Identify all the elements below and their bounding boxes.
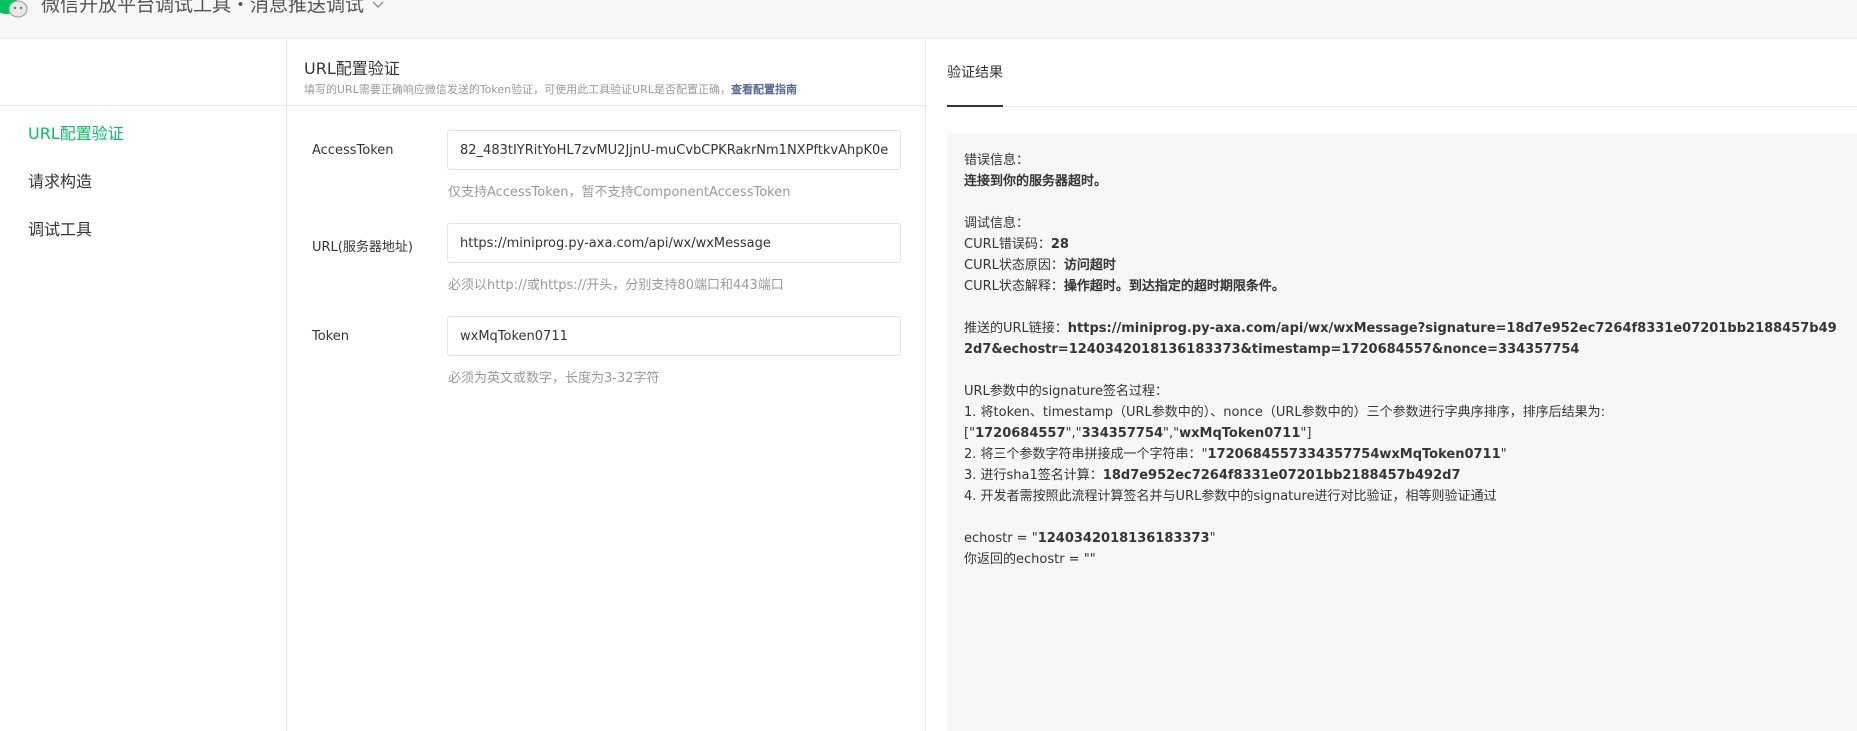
tab-verification-result[interactable]: 验证结果	[947, 62, 1003, 82]
divider	[947, 106, 1857, 107]
error-heading: 错误信息：	[964, 153, 1030, 168]
server-url-hint: 必须以http://或https://开头，分别支持80端口和443端口	[448, 278, 784, 293]
error-message: 连接到你的服务器超时。	[964, 174, 1108, 189]
bracket-text: ["	[964, 426, 976, 441]
sidebar-item-debug-tools[interactable]: 调试工具	[28, 216, 92, 240]
result-content: 错误信息： 连接到你的服务器超时。 调试信息： CURL错误码：28 CURL状…	[964, 150, 1844, 570]
concatenated-string: 1720684557334357754wxMqToken0711	[1207, 447, 1501, 462]
push-url-value: https://miniprog.py-axa.com/api/wx/wxMes…	[964, 321, 1837, 357]
curl-code-label: CURL错误码：	[964, 237, 1051, 252]
separator-text: ","	[1065, 426, 1082, 441]
curl-reason-value: 访问超时	[1063, 258, 1116, 273]
quote-text: "	[1209, 531, 1216, 546]
quote-text: "	[1500, 447, 1507, 462]
access-token-input[interactable]	[447, 130, 901, 170]
signature-step-2-label: 2. 将三个参数字符串拼接成一个字符串："	[964, 447, 1208, 462]
access-token-hint: 仅支持AccessToken，暂不支持ComponentAccessToken	[448, 185, 791, 200]
sorted-value-3: wxMqToken0711	[1179, 426, 1301, 441]
curl-explain-value: 操作超时。到达指定的超时期限条件。	[1063, 279, 1285, 294]
debug-heading: 调试信息：	[964, 216, 1030, 231]
signature-heading: URL参数中的signature签名过程：	[964, 384, 1169, 399]
page-title: URL配置验证	[304, 59, 400, 78]
bracket-text: "]	[1300, 426, 1312, 441]
divider	[288, 105, 926, 106]
result-area: 验证结果 错误信息： 连接到你的服务器超时。 调试信息： CURL错误码：28 …	[927, 40, 1857, 731]
curl-code-value: 28	[1050, 237, 1069, 252]
sha1-signature: 18d7e952ec7264f8331e07201bb2188457b492d7	[1102, 468, 1461, 483]
sorted-value-1: 1720684557	[975, 426, 1066, 441]
signature-step-4: 4. 开发者需按照此流程计算签名并与URL参数中的signature进行对比验证…	[964, 489, 1497, 504]
echostr-value: 1240342018136183373	[1037, 531, 1210, 546]
active-tab-indicator	[947, 105, 1003, 107]
top-bar: 微信开放平台调试工具・消息推送调试	[0, 0, 1857, 39]
token-input[interactable]	[447, 316, 901, 356]
app-title[interactable]: 微信开放平台调试工具・消息推送调试	[41, 0, 364, 17]
sidebar: URL配置验证 请求构造 调试工具	[0, 40, 287, 731]
description-text: 填写的URL需要正确响应微信发送的Token验证，可使用此工具验证URL是否配置…	[304, 83, 731, 96]
token-label: Token	[312, 329, 349, 344]
access-token-label: AccessToken	[312, 143, 394, 158]
curl-reason-label: CURL状态原因：	[964, 258, 1064, 273]
separator-text: ","	[1163, 426, 1180, 441]
curl-explain-label: CURL状态解释：	[964, 279, 1064, 294]
push-url-label: 推送的URL链接：	[964, 321, 1068, 336]
divider	[0, 105, 287, 106]
token-hint: 必须为英文或数字，长度为3-32字符	[448, 371, 660, 386]
signature-step-1: 1. 将token、timestamp（URL参数中的）、nonce（URL参数…	[964, 405, 1606, 420]
section-description: 填写的URL需要正确响应微信发送的Token验证，可使用此工具验证URL是否配置…	[304, 81, 797, 97]
server-url-input[interactable]	[447, 223, 901, 263]
signature-step-3-label: 3. 进行sha1签名计算：	[964, 468, 1103, 483]
echostr-label: echostr = "	[964, 531, 1038, 546]
sidebar-item-url-config[interactable]: URL配置验证	[28, 120, 124, 144]
chevron-down-icon[interactable]	[372, 0, 384, 10]
sidebar-item-request-builder[interactable]: 请求构造	[28, 168, 92, 192]
config-guide-link[interactable]: 查看配置指南	[731, 83, 797, 96]
wechat-logo	[0, 0, 28, 18]
returned-echostr: 你返回的echostr = ""	[964, 552, 1096, 567]
result-panel: 错误信息： 连接到你的服务器超时。 调试信息： CURL错误码：28 CURL状…	[947, 133, 1857, 731]
sorted-value-2: 334357754	[1081, 426, 1164, 441]
main-panel: URL配置验证 填写的URL需要正确响应微信发送的Token验证，可使用此工具验…	[288, 40, 926, 731]
server-url-label: URL(服务器地址)	[312, 240, 413, 255]
